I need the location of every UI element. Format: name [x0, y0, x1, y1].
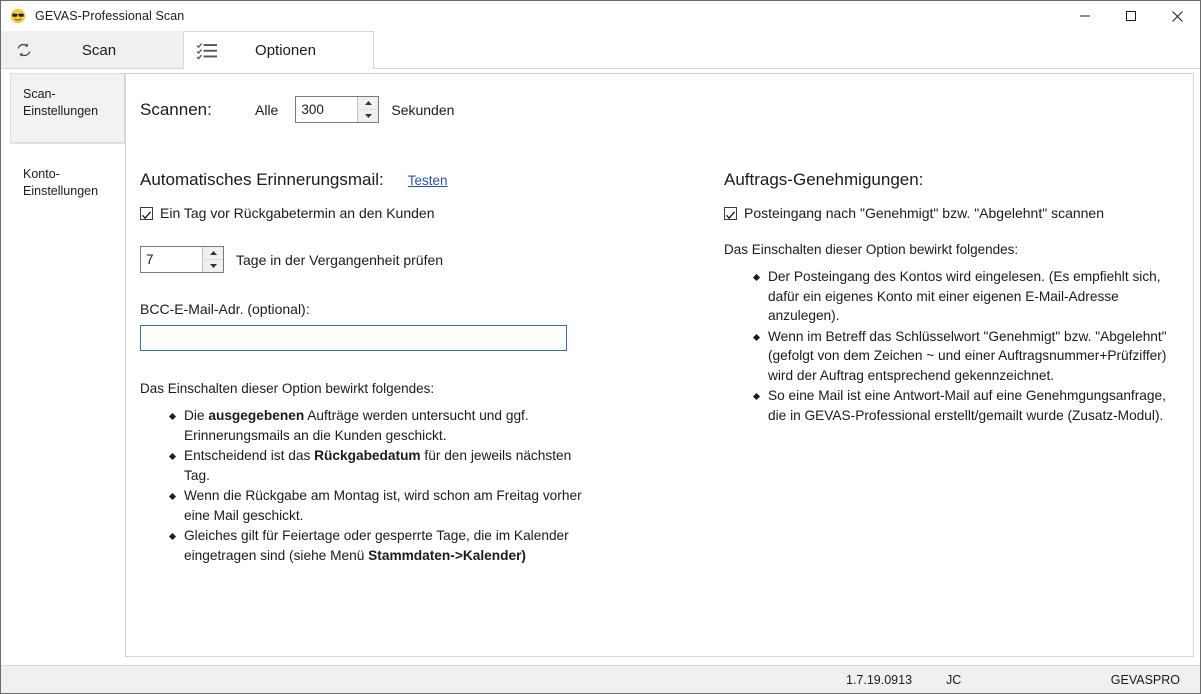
list-item: Wenn im Betreff das Schlüsselwort "Geneh…: [754, 327, 1174, 386]
scannen-label: Scannen:: [140, 99, 212, 119]
list-item: Der Posteingang des Kontos wird eingeles…: [754, 267, 1174, 326]
emphasis-text: ausgegebenen: [208, 408, 305, 423]
approvals-checkbox-label: Posteingang nach "Genehmigt" bzw. "Abgel…: [744, 205, 1105, 221]
sidebar-item-label: Konto-Einstellungen: [23, 167, 99, 198]
past-days-stepper-buttons: [202, 247, 223, 272]
approvals-note-intro: Das Einschalten dieser Option bewirkt fo…: [724, 242, 1019, 257]
sidebar-item-label: Scan-Einstellungen: [23, 87, 99, 118]
list-item: Entscheidend ist das Rückgabedatum für d…: [170, 446, 590, 485]
scan-interval-value[interactable]: 300: [296, 97, 357, 122]
window-title: GEVAS-Professional Scan: [35, 9, 185, 23]
body-text: Die: [184, 408, 209, 423]
reminder-checkbox-label: Ein Tag vor Rückgabetermin an den Kunden: [160, 205, 435, 221]
body-text: So eine Mail ist eine Antwort-Mail auf e…: [768, 388, 1166, 423]
reminder-checkbox-row[interactable]: Ein Tag vor Rückgabetermin an den Kunden: [140, 205, 590, 221]
reminder-checkbox[interactable]: [140, 206, 153, 220]
application-window: GEVAS-Professional Scan Scan Optionen Sc…: [0, 0, 1201, 694]
approvals-title: Auftrags-Genehmigungen:: [724, 170, 924, 189]
past-days-value[interactable]: 7: [141, 247, 202, 272]
title-bar: GEVAS-Professional Scan: [1, 1, 1200, 31]
reminder-mail-heading-row: Automatisches Erinnerungsmail: Testen: [140, 170, 590, 190]
options-panel: Scannen: Alle 300 Sekunden Automatisches…: [125, 73, 1194, 657]
sidebar-item-scan-einstellungen[interactable]: Scan-Einstellungen: [10, 73, 125, 143]
tab-scan-label: Scan: [81, 41, 117, 59]
approvals-checkbox[interactable]: [724, 206, 737, 220]
body-text: Wenn die Rückgabe am Montag ist, wird sc…: [184, 488, 582, 523]
minimize-icon[interactable]: [1062, 1, 1108, 31]
bcc-email-input[interactable]: [140, 325, 567, 351]
tab-scan[interactable]: Scan: [1, 31, 184, 69]
close-icon[interactable]: [1154, 1, 1200, 31]
tab-optionen-label: Optionen: [255, 42, 316, 59]
body-text: Wenn im Betreff das Schlüsselwort "Geneh…: [768, 328, 1167, 383]
sidebar-item-konto-einstellungen[interactable]: Konto-Einstellungen: [10, 143, 125, 209]
maximize-icon[interactable]: [1108, 1, 1154, 31]
body-text: Der Posteingang des Kontos wird eingeles…: [768, 269, 1161, 323]
emphasis-text: Rückgabedatum: [314, 448, 421, 463]
emphasis-text: Stammdaten->Kalender): [368, 547, 526, 563]
reminder-note-intro: Das Einschalten dieser Option bewirkt fo…: [140, 381, 435, 396]
checklist-icon: [194, 40, 220, 62]
refresh-sync-icon: [11, 39, 37, 61]
approvals-bullet-list: Der Posteingang des Kontos wird eingeles…: [724, 267, 1174, 425]
body-area: Scan-Einstellungen Konto-Einstellungen S…: [1, 69, 1200, 665]
sekunden-label: Sekunden: [391, 101, 455, 118]
tab-optionen[interactable]: Optionen: [184, 31, 374, 69]
sunglasses-face-icon: [9, 7, 27, 25]
body-text: Entscheidend ist das: [184, 448, 315, 463]
alle-label: Alle: [255, 101, 279, 118]
past-days-stepper[interactable]: 7: [140, 246, 224, 273]
past-days-label: Tage in der Vergangenheit prüfen: [236, 251, 444, 268]
caret-down-icon[interactable]: [203, 260, 223, 272]
test-link[interactable]: Testen: [408, 173, 448, 188]
approvals-section: Auftrags-Genehmigungen: Posteingang nach…: [724, 170, 1174, 426]
list-item: Die ausgegebenen Aufträge werden untersu…: [170, 406, 590, 445]
scan-interval-row: Scannen: Alle 300 Sekunden: [140, 96, 454, 123]
caret-up-icon[interactable]: [203, 247, 223, 260]
list-item: Gleiches gilt für Feiertage oder gesperr…: [170, 526, 590, 565]
sidebar: Scan-Einstellungen Konto-Einstellungen: [1, 69, 125, 665]
caret-down-icon[interactable]: [358, 110, 379, 122]
status-user: JC: [946, 672, 962, 687]
tab-strip: Scan Optionen: [1, 31, 1200, 69]
approvals-checkbox-row[interactable]: Posteingang nach "Genehmigt" bzw. "Abgel…: [724, 205, 1174, 221]
status-database: GEVASPRO: [1110, 672, 1180, 687]
approvals-heading-row: Auftrags-Genehmigungen:: [724, 170, 1174, 190]
past-days-row: 7 Tage in der Vergangenheit prüfen: [140, 246, 590, 273]
status-version: 1.7.19.0913: [846, 672, 913, 687]
reminder-mail-section: Automatisches Erinnerungsmail: Testen Ei…: [140, 170, 590, 566]
status-bar: 1.7.19.0913 JC GEVASPRO: [1, 665, 1200, 693]
caret-up-icon[interactable]: [358, 97, 379, 110]
scan-interval-stepper-buttons: [357, 97, 379, 122]
list-item: Wenn die Rückgabe am Montag ist, wird sc…: [170, 486, 590, 525]
page-title: Automatisches Erinnerungsmail:: [140, 170, 384, 189]
bcc-email-label: BCC-E-Mail-Adr. (optional):: [140, 301, 310, 317]
list-item: So eine Mail ist eine Antwort-Mail auf e…: [754, 386, 1174, 425]
scan-interval-stepper[interactable]: 300: [295, 96, 380, 123]
window-controls: [1062, 1, 1200, 31]
reminder-bullet-list: Die ausgegebenen Aufträge werden untersu…: [140, 406, 590, 565]
